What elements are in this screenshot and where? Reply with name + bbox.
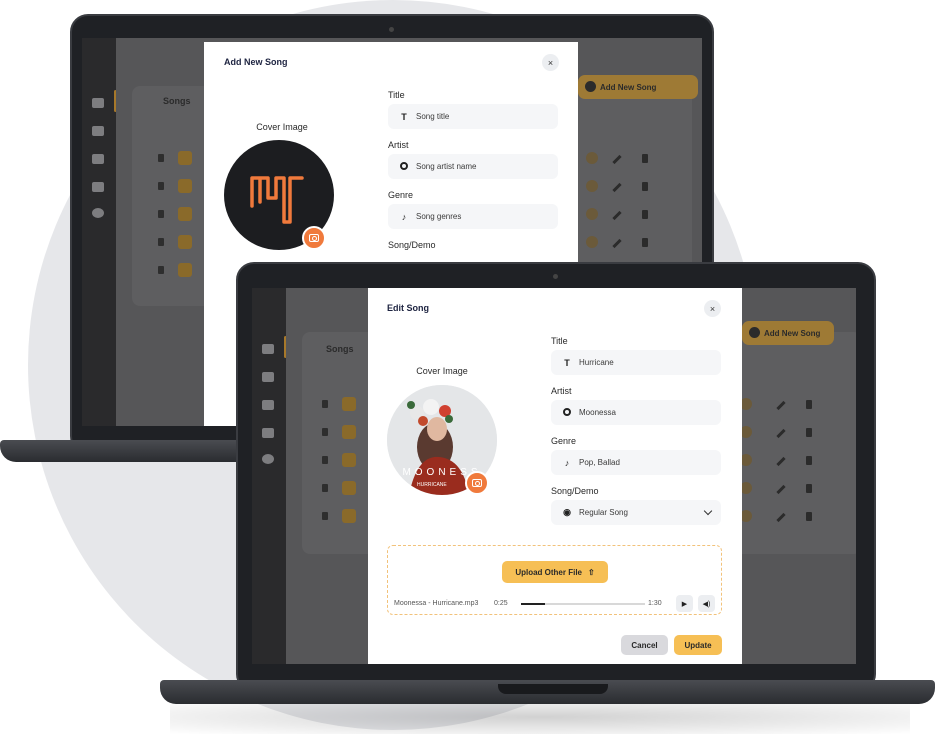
artist-label: Artist — [388, 140, 409, 150]
artist-value: Moonessa — [579, 408, 616, 417]
update-button[interactable]: Update — [674, 635, 722, 655]
title-label: Title — [551, 336, 568, 346]
chat-icon[interactable] — [262, 400, 274, 410]
library-icon[interactable] — [262, 372, 274, 382]
add-new-song-label: Add New Song — [764, 328, 821, 338]
artist-placeholder: Song artist name — [416, 162, 477, 171]
audio-duration: 1:30 — [648, 600, 662, 607]
upload-other-file-button[interactable]: Upload Other File ⇧ — [502, 561, 608, 583]
settings-icon[interactable] — [262, 454, 274, 464]
music-note-icon: ♪ — [401, 211, 407, 222]
front-laptop-screen: Songs Add New Song Edit Song × Cover Ima… — [252, 288, 856, 664]
camera-icon — [309, 234, 319, 242]
disc-icon — [398, 161, 410, 172]
audio-current-time: 0:25 — [494, 600, 508, 607]
app-sidebar — [82, 38, 116, 426]
genre-input[interactable]: ♪ Pop, Ballad — [551, 450, 721, 475]
chevron-down-icon — [703, 506, 713, 516]
edit-song-modal: Edit Song × Cover Image MOONESS HURRICAN… — [368, 288, 742, 664]
title-label: Title — [388, 90, 405, 100]
song-demo-label: Song/Demo — [551, 486, 599, 496]
add-new-song-button[interactable]: Add New Song — [742, 321, 834, 345]
play-icon: ▶ — [681, 600, 688, 608]
genre-label: Genre — [551, 436, 577, 446]
add-new-song-label: Add New Song — [600, 82, 657, 92]
upload-cover-button[interactable] — [302, 226, 326, 250]
app-sidebar — [252, 288, 286, 664]
upload-cover-button[interactable] — [465, 471, 489, 495]
cover-image-label: Cover Image — [256, 122, 308, 132]
volume-button[interactable]: ◀) — [698, 595, 715, 612]
artist-label: Artist — [551, 386, 572, 396]
artist-input[interactable]: Song artist name — [388, 154, 558, 179]
song-demo-label: Song/Demo — [388, 240, 436, 250]
home-icon[interactable] — [92, 98, 104, 108]
camera-icon — [472, 479, 482, 487]
user-circle-icon: ◉ — [563, 507, 571, 517]
genre-value: Pop, Ballad — [579, 458, 620, 467]
volume-icon: ◀) — [702, 600, 711, 608]
song-demo-select[interactable]: ◉ Regular Song — [551, 500, 721, 525]
upload-label: Upload Other File — [515, 567, 582, 577]
title-input[interactable]: T Hurricane — [551, 350, 721, 375]
front-laptop-shadow — [170, 700, 910, 734]
close-button[interactable]: × — [542, 54, 559, 71]
back-laptop-camera — [389, 27, 394, 32]
songs-heading: Songs — [163, 96, 191, 106]
chat-icon[interactable] — [92, 154, 104, 164]
media-icon[interactable] — [262, 428, 274, 438]
front-laptop-camera — [553, 274, 558, 279]
genre-placeholder: Song genres — [416, 212, 462, 221]
home-icon[interactable] — [262, 344, 274, 354]
disc-icon — [561, 407, 573, 418]
media-icon[interactable] — [92, 182, 104, 192]
genre-label: Genre — [388, 190, 414, 200]
text-icon: T — [564, 357, 570, 368]
modal-title: Add New Song — [224, 57, 288, 67]
cover-subtext: HURRICANE — [417, 482, 447, 488]
plus-icon — [749, 327, 760, 338]
plus-icon — [585, 81, 596, 92]
upload-icon: ⇧ — [587, 567, 595, 577]
audio-file-name: Moonessa - Hurricane.mp3 — [394, 600, 479, 607]
title-placeholder: Song title — [416, 112, 450, 121]
library-icon[interactable] — [92, 126, 104, 136]
close-icon: × — [547, 57, 554, 68]
close-icon: × — [709, 303, 716, 314]
audio-progress-fill — [521, 603, 545, 605]
play-button[interactable]: ▶ — [676, 595, 693, 612]
cover-image-label: Cover Image — [416, 366, 468, 376]
music-note-icon: ♪ — [564, 457, 570, 468]
add-new-song-button[interactable]: Add New Song — [578, 75, 698, 99]
text-icon: T — [401, 111, 407, 122]
title-value: Hurricane — [579, 358, 614, 367]
title-input[interactable]: T Song title — [388, 104, 558, 129]
modal-title: Edit Song — [387, 303, 429, 313]
front-laptop-notch — [498, 684, 608, 694]
cancel-button[interactable]: Cancel — [621, 635, 668, 655]
genre-input[interactable]: ♪ Song genres — [388, 204, 558, 229]
artist-input[interactable]: Moonessa — [551, 400, 721, 425]
upload-area: Upload Other File ⇧ Moonessa - Hurricane… — [387, 545, 722, 615]
close-button[interactable]: × — [704, 300, 721, 317]
songs-heading: Songs — [326, 344, 354, 354]
settings-icon[interactable] — [92, 208, 104, 218]
song-demo-value: Regular Song — [579, 508, 628, 517]
